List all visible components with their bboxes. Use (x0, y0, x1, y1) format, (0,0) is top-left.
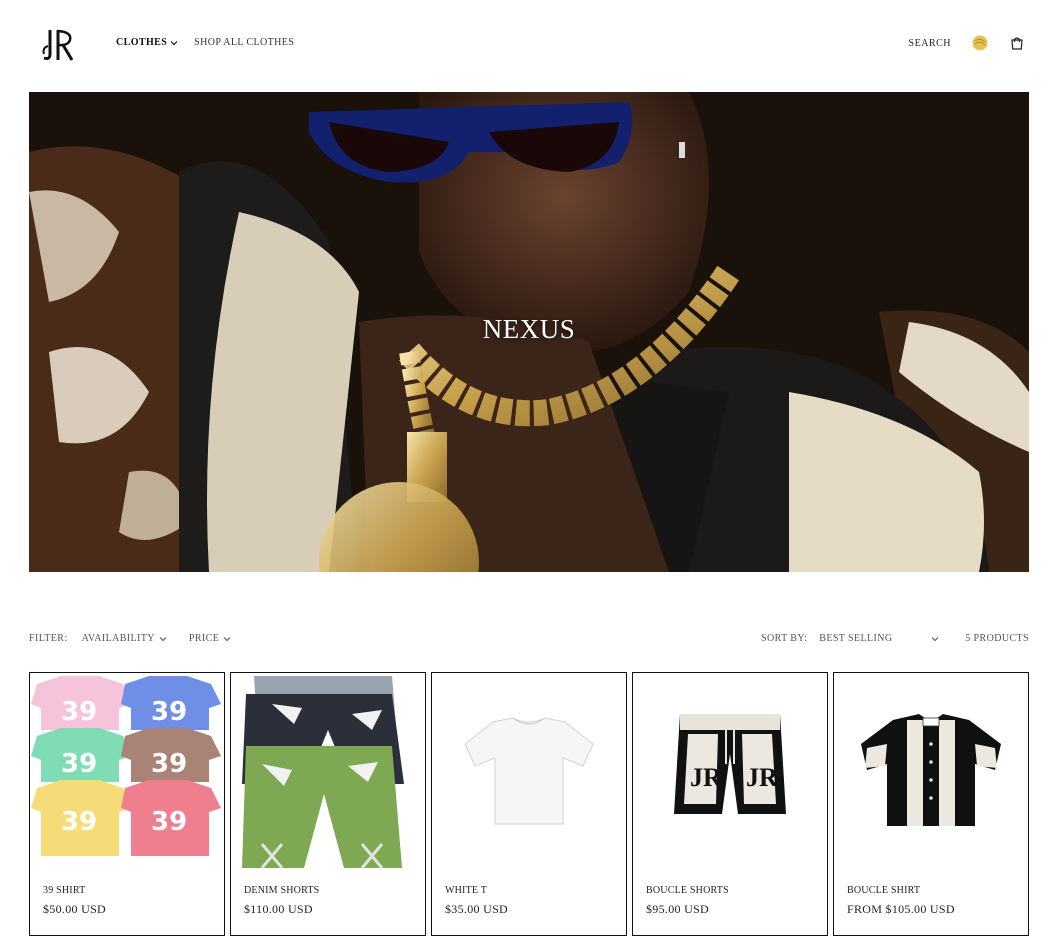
svg-text:JR: JR (690, 763, 722, 792)
price-filter[interactable]: PRICE (189, 633, 231, 644)
chevron-down-icon (931, 636, 939, 641)
product-image (433, 674, 625, 868)
product-price: $50.00 USD (43, 902, 107, 916)
product-image: 39 39 39 39 39 39 (31, 674, 223, 868)
nav-clothes[interactable]: CLOTHES (116, 37, 178, 48)
product-card[interactable]: JR JR BOUCLE SHORTS $95.00 USD (632, 672, 828, 936)
site-header: CLOTHES SHOP ALL CLOTHES SEARCH (0, 0, 1051, 92)
product-count: 5 PRODUCTS (965, 633, 1029, 644)
svg-text:39: 39 (151, 697, 187, 727)
coin-icon[interactable] (971, 34, 989, 52)
collection-title: NEXUS (482, 314, 576, 344)
svg-text:39: 39 (61, 697, 97, 727)
product-image: JR JR (634, 674, 826, 868)
product-card[interactable]: BOUCLE SHIRT FROM $105.00 USD (833, 672, 1029, 936)
product-image (835, 674, 1027, 868)
svg-text:39: 39 (151, 749, 187, 779)
product-card[interactable]: DENIM SHORTS $110.00 USD (230, 672, 426, 936)
product-name: BOUCLE SHIRT (847, 885, 921, 896)
main-nav: CLOTHES SHOP ALL CLOTHES (116, 37, 294, 48)
sort-select[interactable]: BEST SELLING (819, 633, 939, 644)
svg-text:JR: JR (746, 763, 778, 792)
product-name: DENIM SHORTS (244, 885, 320, 896)
product-name: WHITE T (445, 885, 488, 896)
availability-filter[interactable]: AVAILABILITY (82, 633, 167, 644)
cart-icon[interactable] (1009, 35, 1025, 51)
availability-label: AVAILABILITY (81, 633, 155, 644)
product-name: 39 SHIRT (43, 885, 86, 896)
svg-text:39: 39 (151, 807, 187, 837)
product-card[interactable]: WHITE T $35.00 USD (431, 672, 627, 936)
hero-banner: NEXUS (29, 92, 1029, 572)
sort-label: SORT BY: (761, 633, 808, 644)
product-image (232, 674, 424, 868)
svg-text:39: 39 (61, 807, 97, 837)
nav-shop-all-label: SHOP ALL CLOTHES (194, 37, 295, 48)
product-price: FROM $105.00 USD (847, 902, 955, 916)
product-grid: 39 39 39 39 39 39 39 SHIRT $50.00 USD DE… (29, 672, 1029, 936)
filter-label: FILTER: (29, 633, 68, 644)
filter-bar: FILTER: AVAILABILITY PRICE SORT BY: BEST… (29, 633, 1029, 649)
svg-text:39: 39 (61, 749, 97, 779)
product-price: $95.00 USD (646, 902, 710, 916)
filter-group: FILTER: AVAILABILITY PRICE (29, 633, 231, 644)
chevron-down-icon (159, 636, 167, 641)
product-price: $110.00 USD (244, 902, 313, 916)
product-name: BOUCLE SHORTS (646, 885, 729, 896)
price-label: PRICE (188, 633, 220, 644)
brand-logo[interactable] (40, 24, 80, 64)
nav-clothes-label: CLOTHES (116, 37, 168, 48)
product-price: $35.00 USD (445, 902, 509, 916)
nav-shop-all-clothes[interactable]: SHOP ALL CLOTHES (194, 37, 294, 48)
product-card[interactable]: 39 39 39 39 39 39 39 SHIRT $50.00 USD (29, 672, 225, 936)
sort-group: SORT BY: BEST SELLING 5 PRODUCTS (761, 633, 1029, 644)
chevron-down-icon (170, 40, 178, 45)
search-link[interactable]: SEARCH (909, 38, 951, 49)
chevron-down-icon (223, 636, 231, 641)
header-actions: SEARCH (909, 34, 1025, 52)
sort-value: BEST SELLING (819, 633, 893, 644)
